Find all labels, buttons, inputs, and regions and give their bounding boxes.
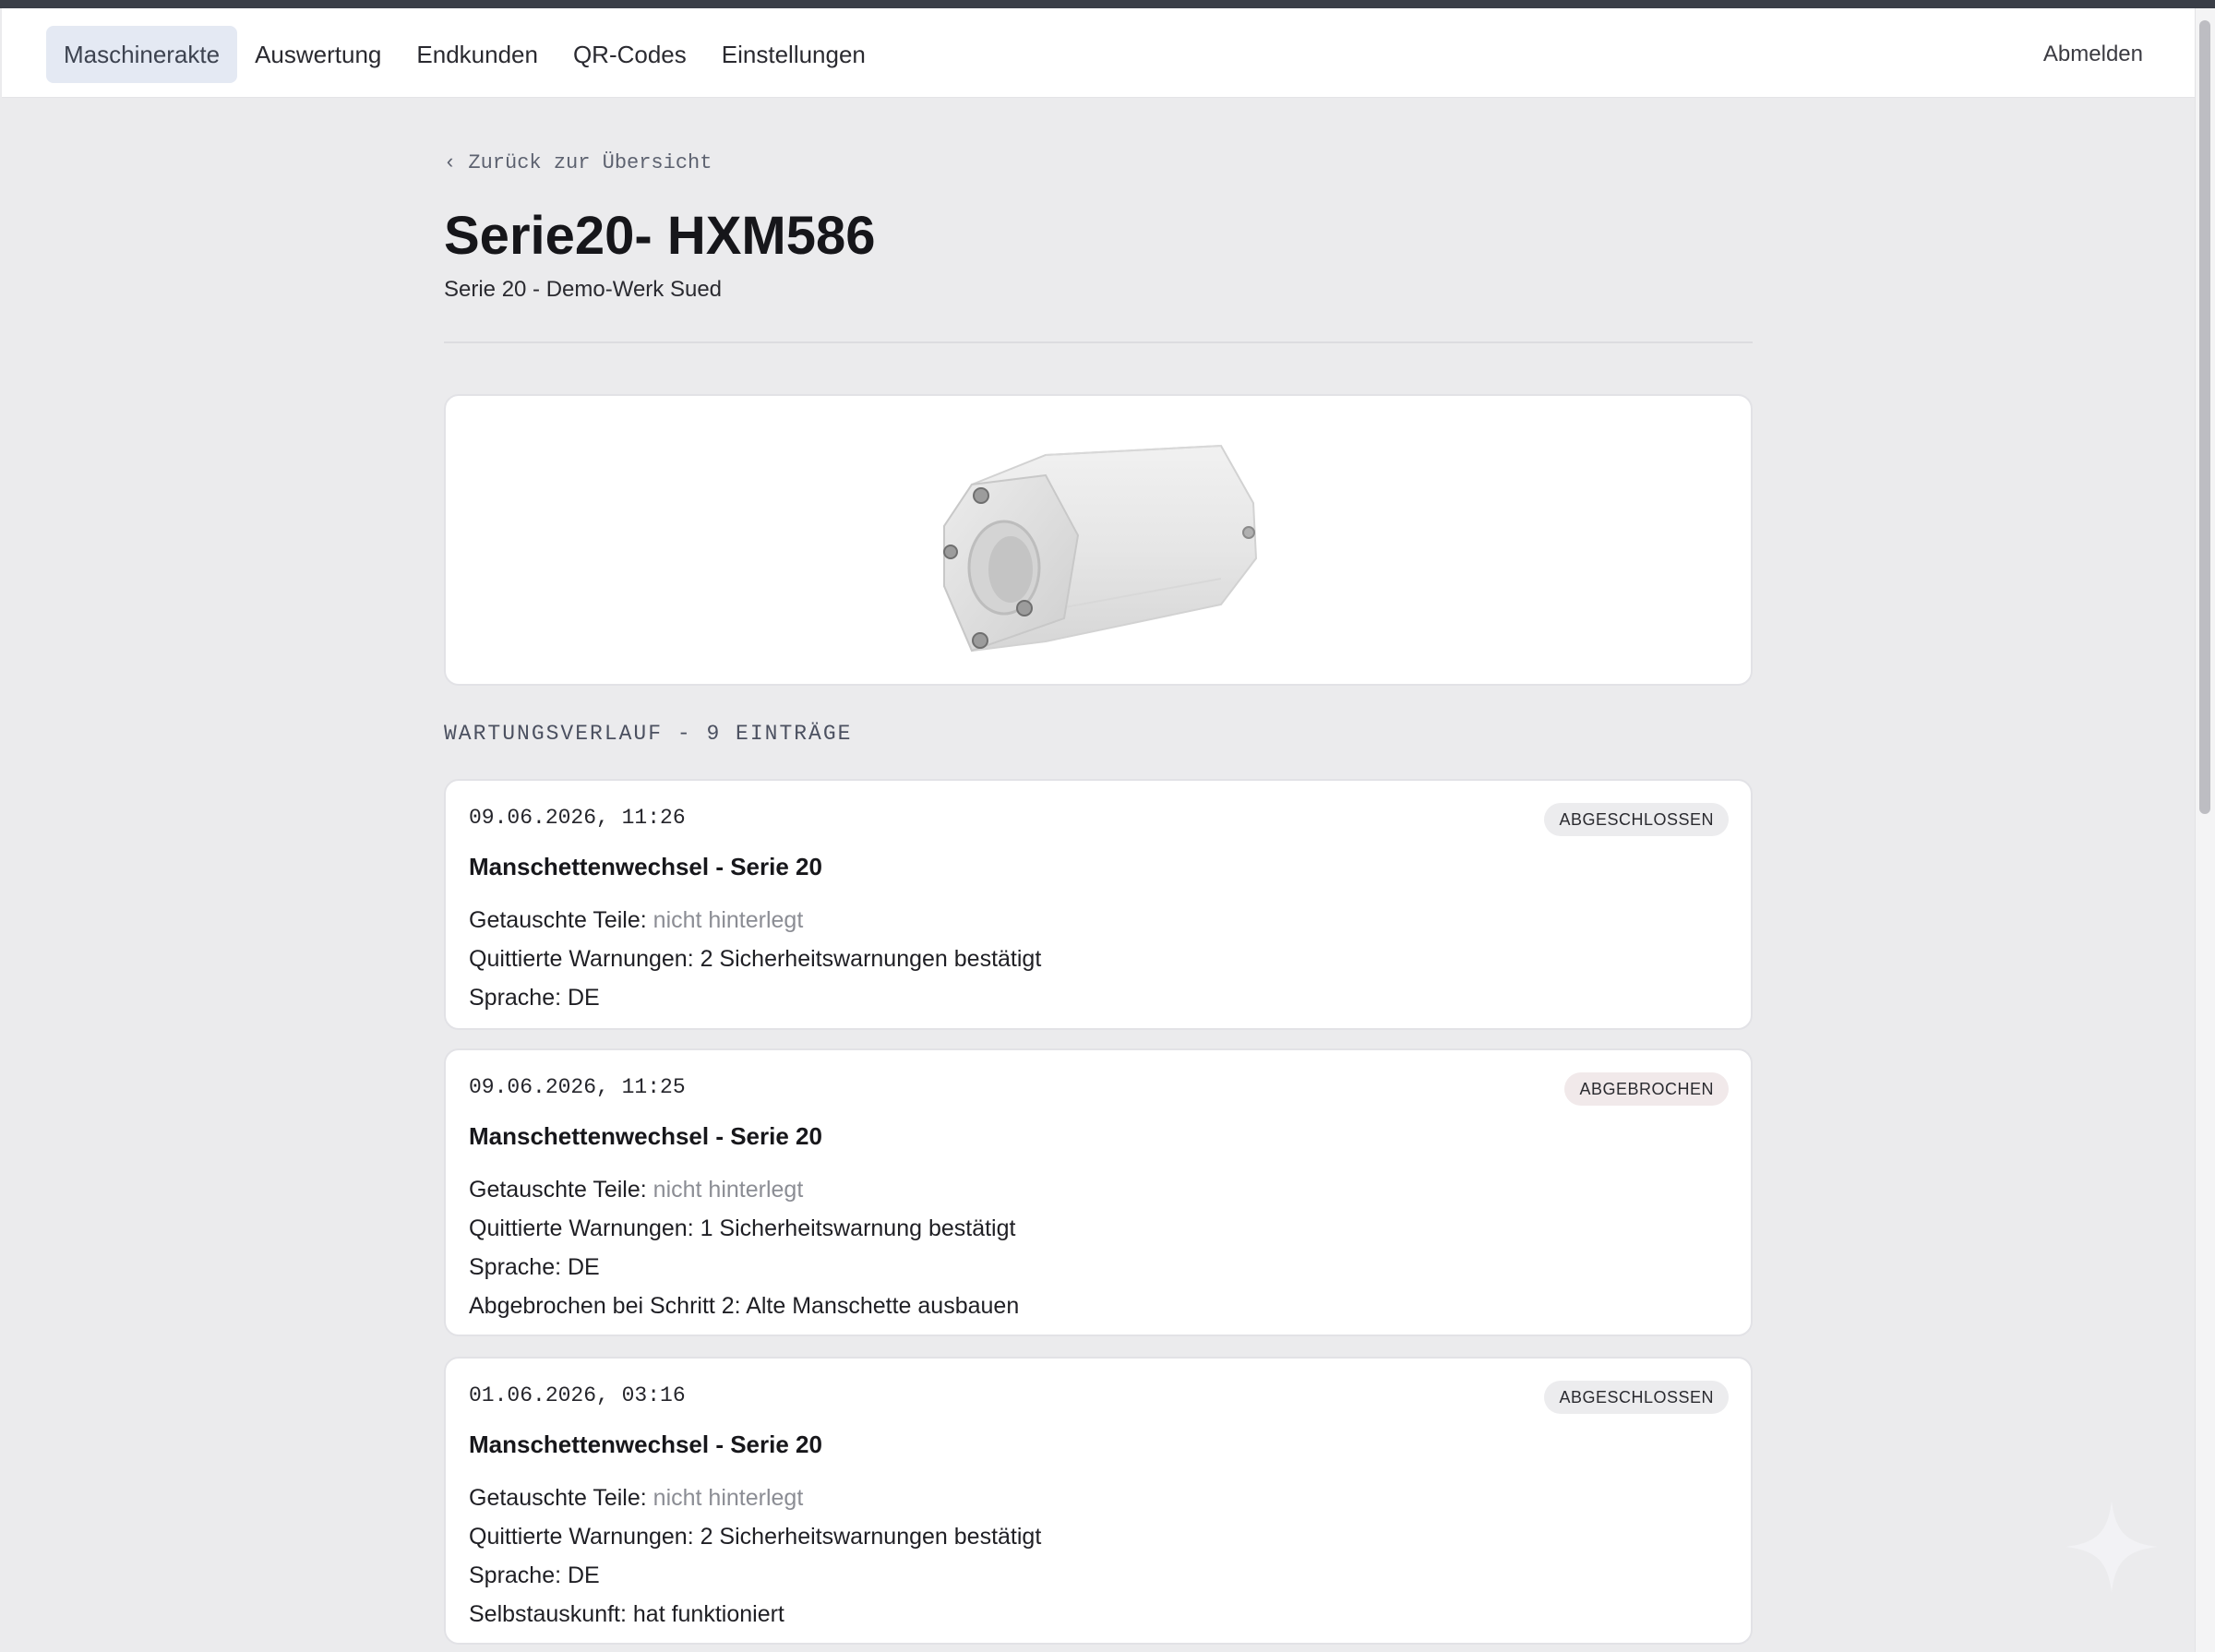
top-navigation: Maschinerakte Auswertung Endkunden QR-Co… (2, 8, 2195, 98)
entry-language: Sprache: DE (469, 985, 600, 1011)
entry-language: Sprache: DE (469, 1562, 600, 1588)
entry-parts-value: nicht hinterlegt (653, 907, 804, 933)
entry-self-report: Selbstauskunft: hat funktioniert (469, 1601, 784, 1627)
entry-parts: Getauschte Teile: nicht hinterlegt (469, 1478, 1041, 1517)
history-entry-card[interactable]: 09.06.2026, 11:25 ABGEBROCHEN Manschette… (444, 1048, 1753, 1336)
entry-details: Getauschte Teile: nicht hinterlegt Quitt… (469, 1478, 1041, 1634)
entry-parts-value: nicht hinterlegt (653, 1177, 804, 1203)
entry-details: Getauschte Teile: nicht hinterlegt Quitt… (469, 901, 1041, 1017)
entry-parts: Getauschte Teile: nicht hinterlegt (469, 1170, 1019, 1209)
nav-item-einstellungen[interactable]: Einstellungen (704, 26, 883, 83)
entry-title: Manschettenwechsel - Serie 20 (469, 1122, 822, 1150)
entry-parts-label: Getauschte Teile: (469, 907, 647, 933)
machine-image (943, 444, 1258, 652)
entry-parts-label: Getauschte Teile: (469, 1485, 647, 1511)
nav-item-maschinerakte[interactable]: Maschinerakte (46, 26, 238, 83)
maintenance-history-heading: WARTUNGSVERLAUF - 9 EINTRÄGE (444, 722, 853, 746)
entry-date: 01.06.2026, 03:16 (469, 1383, 686, 1407)
entry-abort-info: Abgebrochen bei Schritt 2: Alte Manschet… (469, 1293, 1020, 1319)
entry-parts-label: Getauschte Teile: (469, 1177, 647, 1203)
entry-title: Manschettenwechsel - Serie 20 (469, 1431, 822, 1458)
entry-title: Manschettenwechsel - Serie 20 (469, 853, 822, 880)
entry-parts: Getauschte Teile: nicht hinterlegt (469, 901, 1041, 940)
entry-date: 09.06.2026, 11:26 (469, 806, 686, 830)
nav-item-endkunden[interactable]: Endkunden (399, 26, 556, 83)
entry-date: 09.06.2026, 11:25 (469, 1075, 686, 1099)
status-badge: ABGESCHLOSSEN (1544, 1381, 1729, 1414)
status-badge: ABGESCHLOSSEN (1544, 803, 1729, 836)
header-divider (444, 341, 1753, 343)
entry-details: Getauschte Teile: nicht hinterlegt Quitt… (469, 1170, 1019, 1325)
history-entry-card[interactable]: 09.06.2026, 11:26 ABGESCHLOSSEN Manschet… (444, 779, 1753, 1030)
back-to-overview-link[interactable]: ‹ Zurück zur Übersicht (444, 151, 712, 174)
nav-item-auswertung[interactable]: Auswertung (237, 26, 399, 83)
entry-language: Sprache: DE (469, 1254, 600, 1280)
entry-warnings: Quittierte Warnungen: 1 Sicherheitswarnu… (469, 1215, 1016, 1241)
nav-list: Maschinerakte Auswertung Endkunden QR-Co… (46, 26, 883, 83)
sparkle-icon (2065, 1501, 2158, 1593)
page-title: Serie20- HXM586 (444, 206, 876, 266)
scrollbar-thumb[interactable] (2199, 20, 2210, 814)
entry-parts-value: nicht hinterlegt (653, 1485, 804, 1511)
window-top-border (0, 0, 2215, 8)
logout-link[interactable]: Abmelden (2043, 42, 2143, 67)
machine-image-card (444, 394, 1753, 686)
page-subtitle: Serie 20 - Demo-Werk Sued (444, 277, 723, 302)
status-badge: ABGEBROCHEN (1564, 1072, 1729, 1106)
entry-warnings: Quittierte Warnungen: 2 Sicherheitswarnu… (469, 946, 1042, 972)
entry-warnings: Quittierte Warnungen: 2 Sicherheitswarnu… (469, 1524, 1042, 1550)
history-entry-card[interactable]: 01.06.2026, 03:16 ABGESCHLOSSEN Manschet… (444, 1357, 1753, 1645)
nav-item-qr-codes[interactable]: QR-Codes (556, 26, 704, 83)
